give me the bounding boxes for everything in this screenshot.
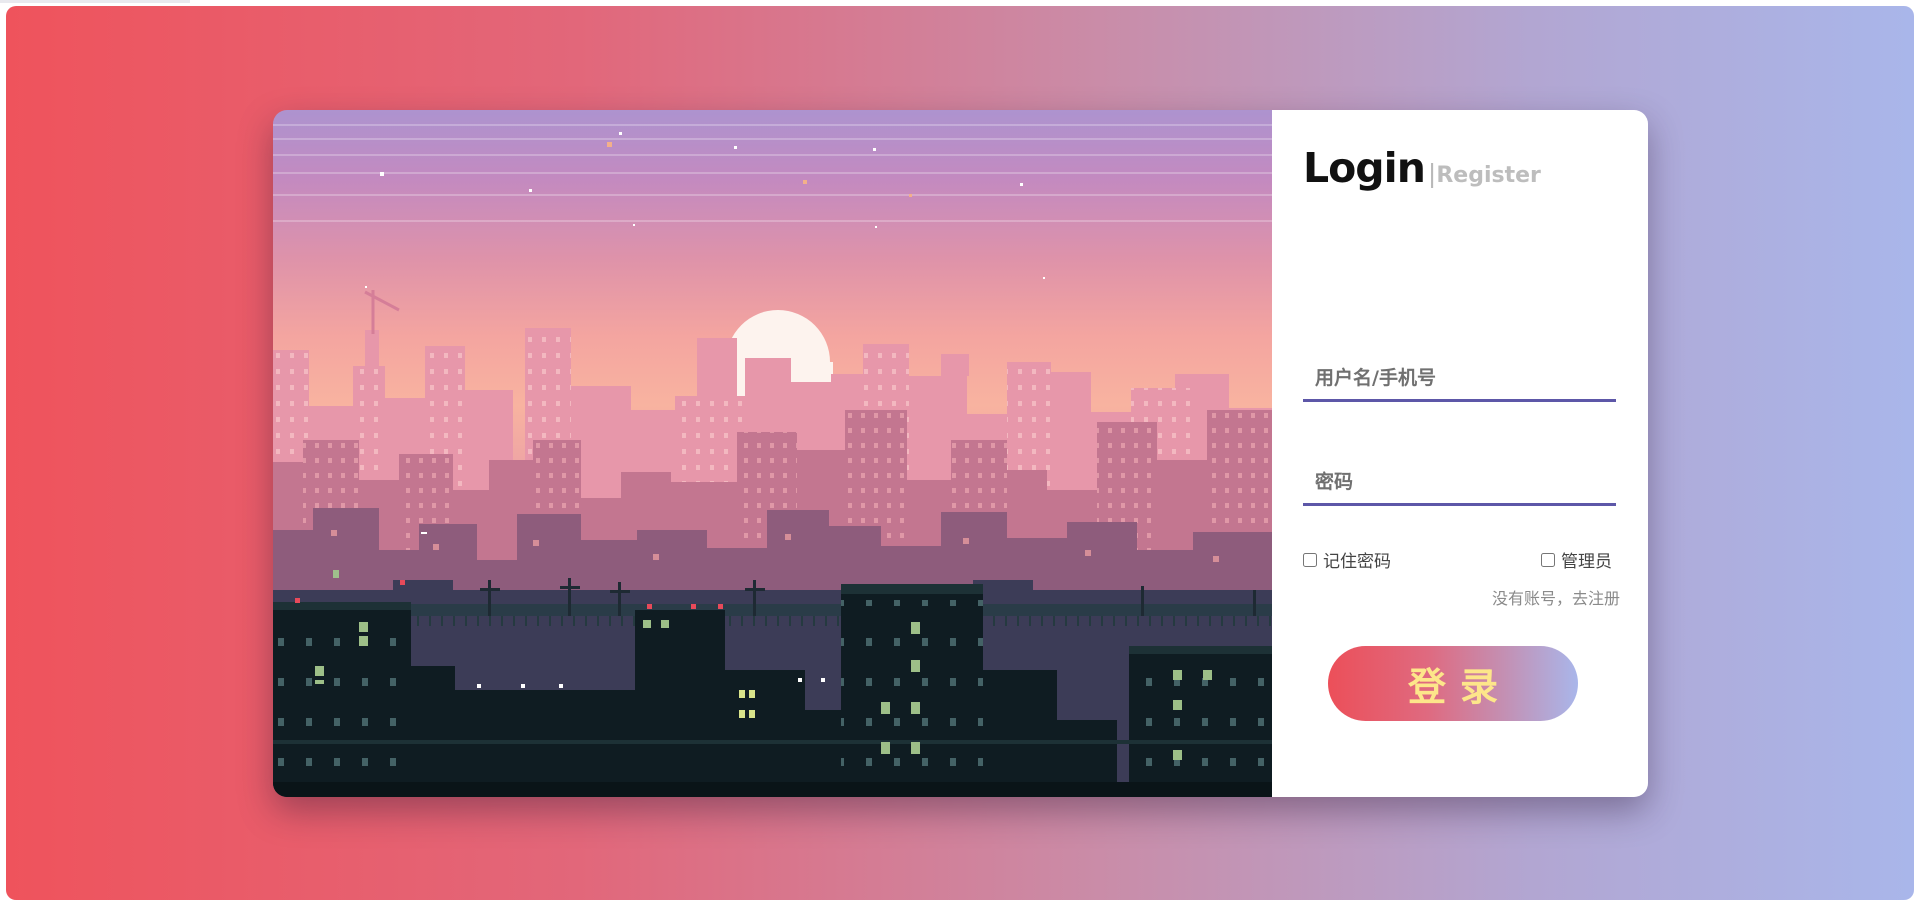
password-input[interactable] bbox=[1303, 460, 1616, 506]
remember-password-checkbox[interactable] bbox=[1303, 552, 1317, 567]
register-tab[interactable]: Register bbox=[1436, 163, 1541, 188]
username-input[interactable] bbox=[1303, 356, 1616, 402]
tab-separator: | bbox=[1427, 159, 1437, 188]
pixel-city-illustration bbox=[273, 110, 1272, 797]
login-form-panel: Login | Register 记住密码 管理员 没有账号，去注册 登录 bbox=[1272, 110, 1648, 797]
register-link[interactable]: 没有账号，去注册 bbox=[1492, 585, 1620, 609]
admin-option[interactable]: 管理员 bbox=[1541, 547, 1612, 572]
remember-password-label: 记住密码 bbox=[1323, 552, 1391, 572]
login-button[interactable]: 登录 bbox=[1328, 646, 1578, 721]
city-skyline-image bbox=[273, 110, 1272, 797]
top-edge-strip bbox=[0, 0, 190, 3]
admin-label: 管理员 bbox=[1561, 552, 1612, 572]
login-tab[interactable]: Login bbox=[1303, 144, 1426, 192]
login-card: Login | Register 记住密码 管理员 没有账号，去注册 登录 bbox=[273, 110, 1648, 797]
admin-checkbox[interactable] bbox=[1541, 552, 1555, 567]
title-row: Login | Register bbox=[1303, 144, 1541, 192]
remember-password-option[interactable]: 记住密码 bbox=[1303, 547, 1391, 572]
